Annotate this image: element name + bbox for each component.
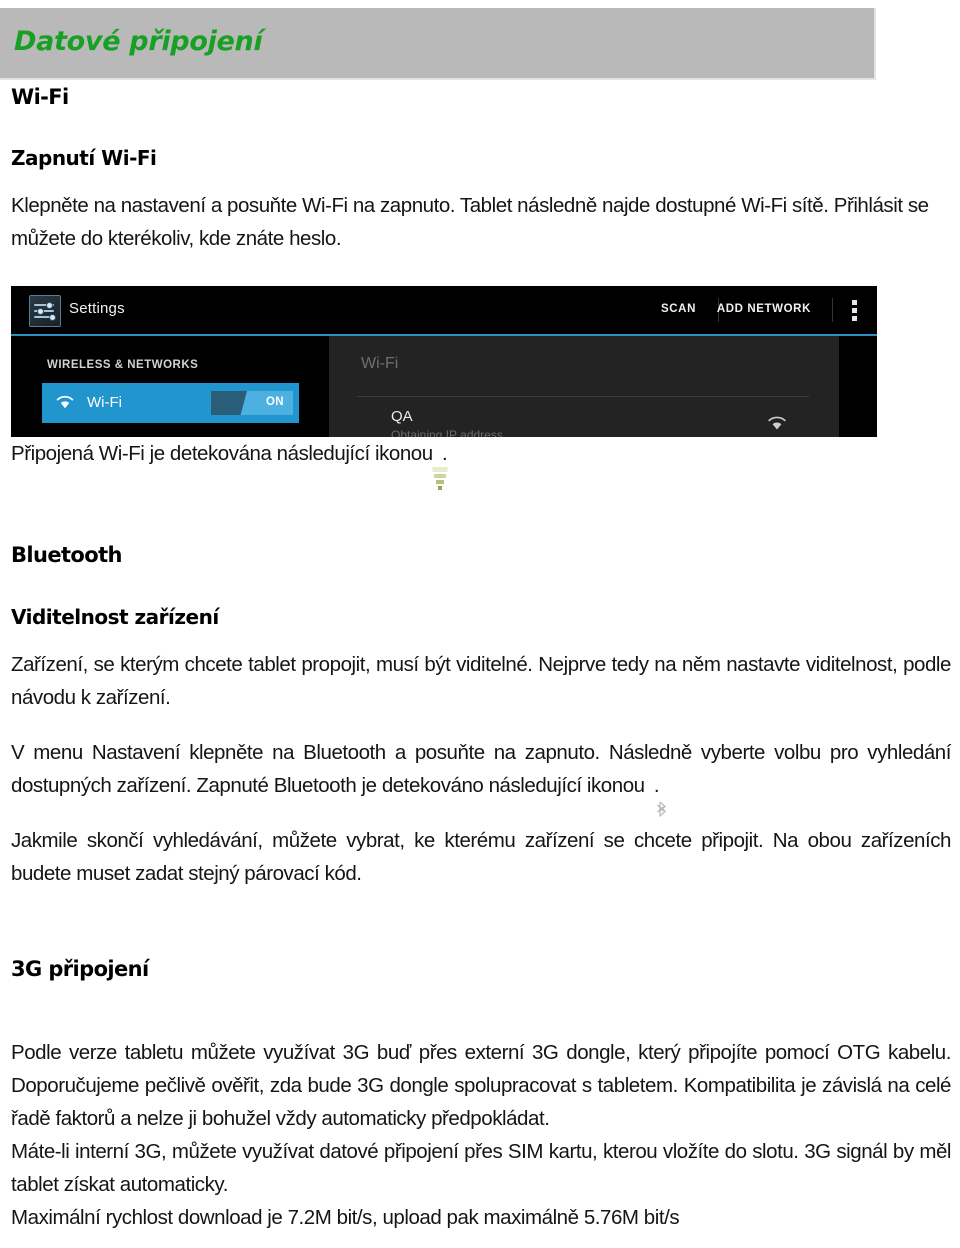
wifi-detail-panel: Wi-Fi QA Obtaining IP address [329, 336, 839, 437]
page-header-banner: Datové připojení [0, 8, 876, 80]
network-list-item-status: Obtaining IP address [391, 428, 503, 437]
settings-sliders-icon [29, 295, 61, 327]
wifi-icon [56, 395, 74, 409]
wifi-toggle-switch[interactable]: ON [211, 391, 293, 415]
section-heading-3g: 3G připojení [11, 956, 149, 981]
network-signal-icon [768, 416, 786, 430]
subheading-zapnuti-wifi: Zapnutí Wi-Fi [11, 146, 157, 171]
overflow-menu-icon[interactable] [852, 300, 857, 321]
sidebar-item-wifi-label: Wi-Fi [87, 394, 122, 411]
scan-button[interactable]: SCAN [661, 303, 696, 315]
paragraph-bluetooth-enable: V menu Nastavení klepněte na Bluetooth a… [11, 736, 951, 817]
paragraph-bluetooth-visibility: Zařízení, se kterým chcete tablet propoj… [11, 652, 951, 709]
wifi-toggle-state-label: ON [265, 396, 284, 408]
page-title: Datové připojení [14, 26, 263, 57]
paragraph-wifi-icon-line: Připojená Wi-Fi je detekována následujíc… [11, 437, 951, 491]
section-heading-bluetooth: Bluetooth [11, 543, 122, 568]
subheading-viditelnost-zarizeni: Viditelnost zařízení [11, 604, 219, 629]
sidebar-category-label: WIRELESS & NETWORKS [47, 359, 199, 371]
bluetooth-enable-period: . [653, 773, 660, 797]
paragraph-3g-dongle: Podle verze tabletu můžete využívat 3G b… [11, 1040, 951, 1130]
screenshot-app-title: Settings [69, 300, 125, 317]
android-settings-screenshot: Settings SCAN ADD NETWORK WIRELESS & NET… [11, 286, 877, 437]
wifi-icon-line-text: Připojená Wi-Fi je detekována následujíc… [11, 442, 433, 466]
bluetooth-enable-text: V menu Nastavení klepněte na Bluetooth a… [11, 740, 951, 797]
document-body: Wi-Fi Zapnutí Wi-Fi Klepněte na nastaven… [11, 84, 951, 1234]
paragraph-bluetooth-pairing: Jakmile skončí vyhledávání, můžete vybra… [11, 828, 951, 885]
sidebar-item-wifi[interactable]: Wi-Fi ON [42, 383, 299, 423]
add-network-button[interactable]: ADD NETWORK [717, 303, 811, 315]
screenshot-right-gutter [839, 336, 877, 437]
wifi-detail-header: Wi-Fi [361, 355, 399, 372]
paragraph-3g-sim: Máte-li interní 3G, můžete využívat dato… [11, 1139, 951, 1196]
paragraph-3g-speed: Maximální rychlost download je 7.2M bit/… [11, 1205, 680, 1229]
wifi-detail-divider [357, 396, 809, 397]
section-heading-wifi: Wi-Fi [11, 85, 69, 109]
wifi-icon-line-period: . [441, 442, 448, 466]
network-list-item-name[interactable]: QA [391, 408, 413, 425]
screenshot-action-bar: Settings SCAN ADD NETWORK [11, 286, 877, 336]
wifi-toggle-knob [211, 391, 247, 415]
action-bar-divider [832, 298, 833, 322]
paragraph-wifi-intro: Klepněte na nastavení a posuňte Wi-Fi na… [11, 194, 929, 251]
settings-sidebar: WIRELESS & NETWORKS Wi-Fi ON [11, 336, 329, 437]
